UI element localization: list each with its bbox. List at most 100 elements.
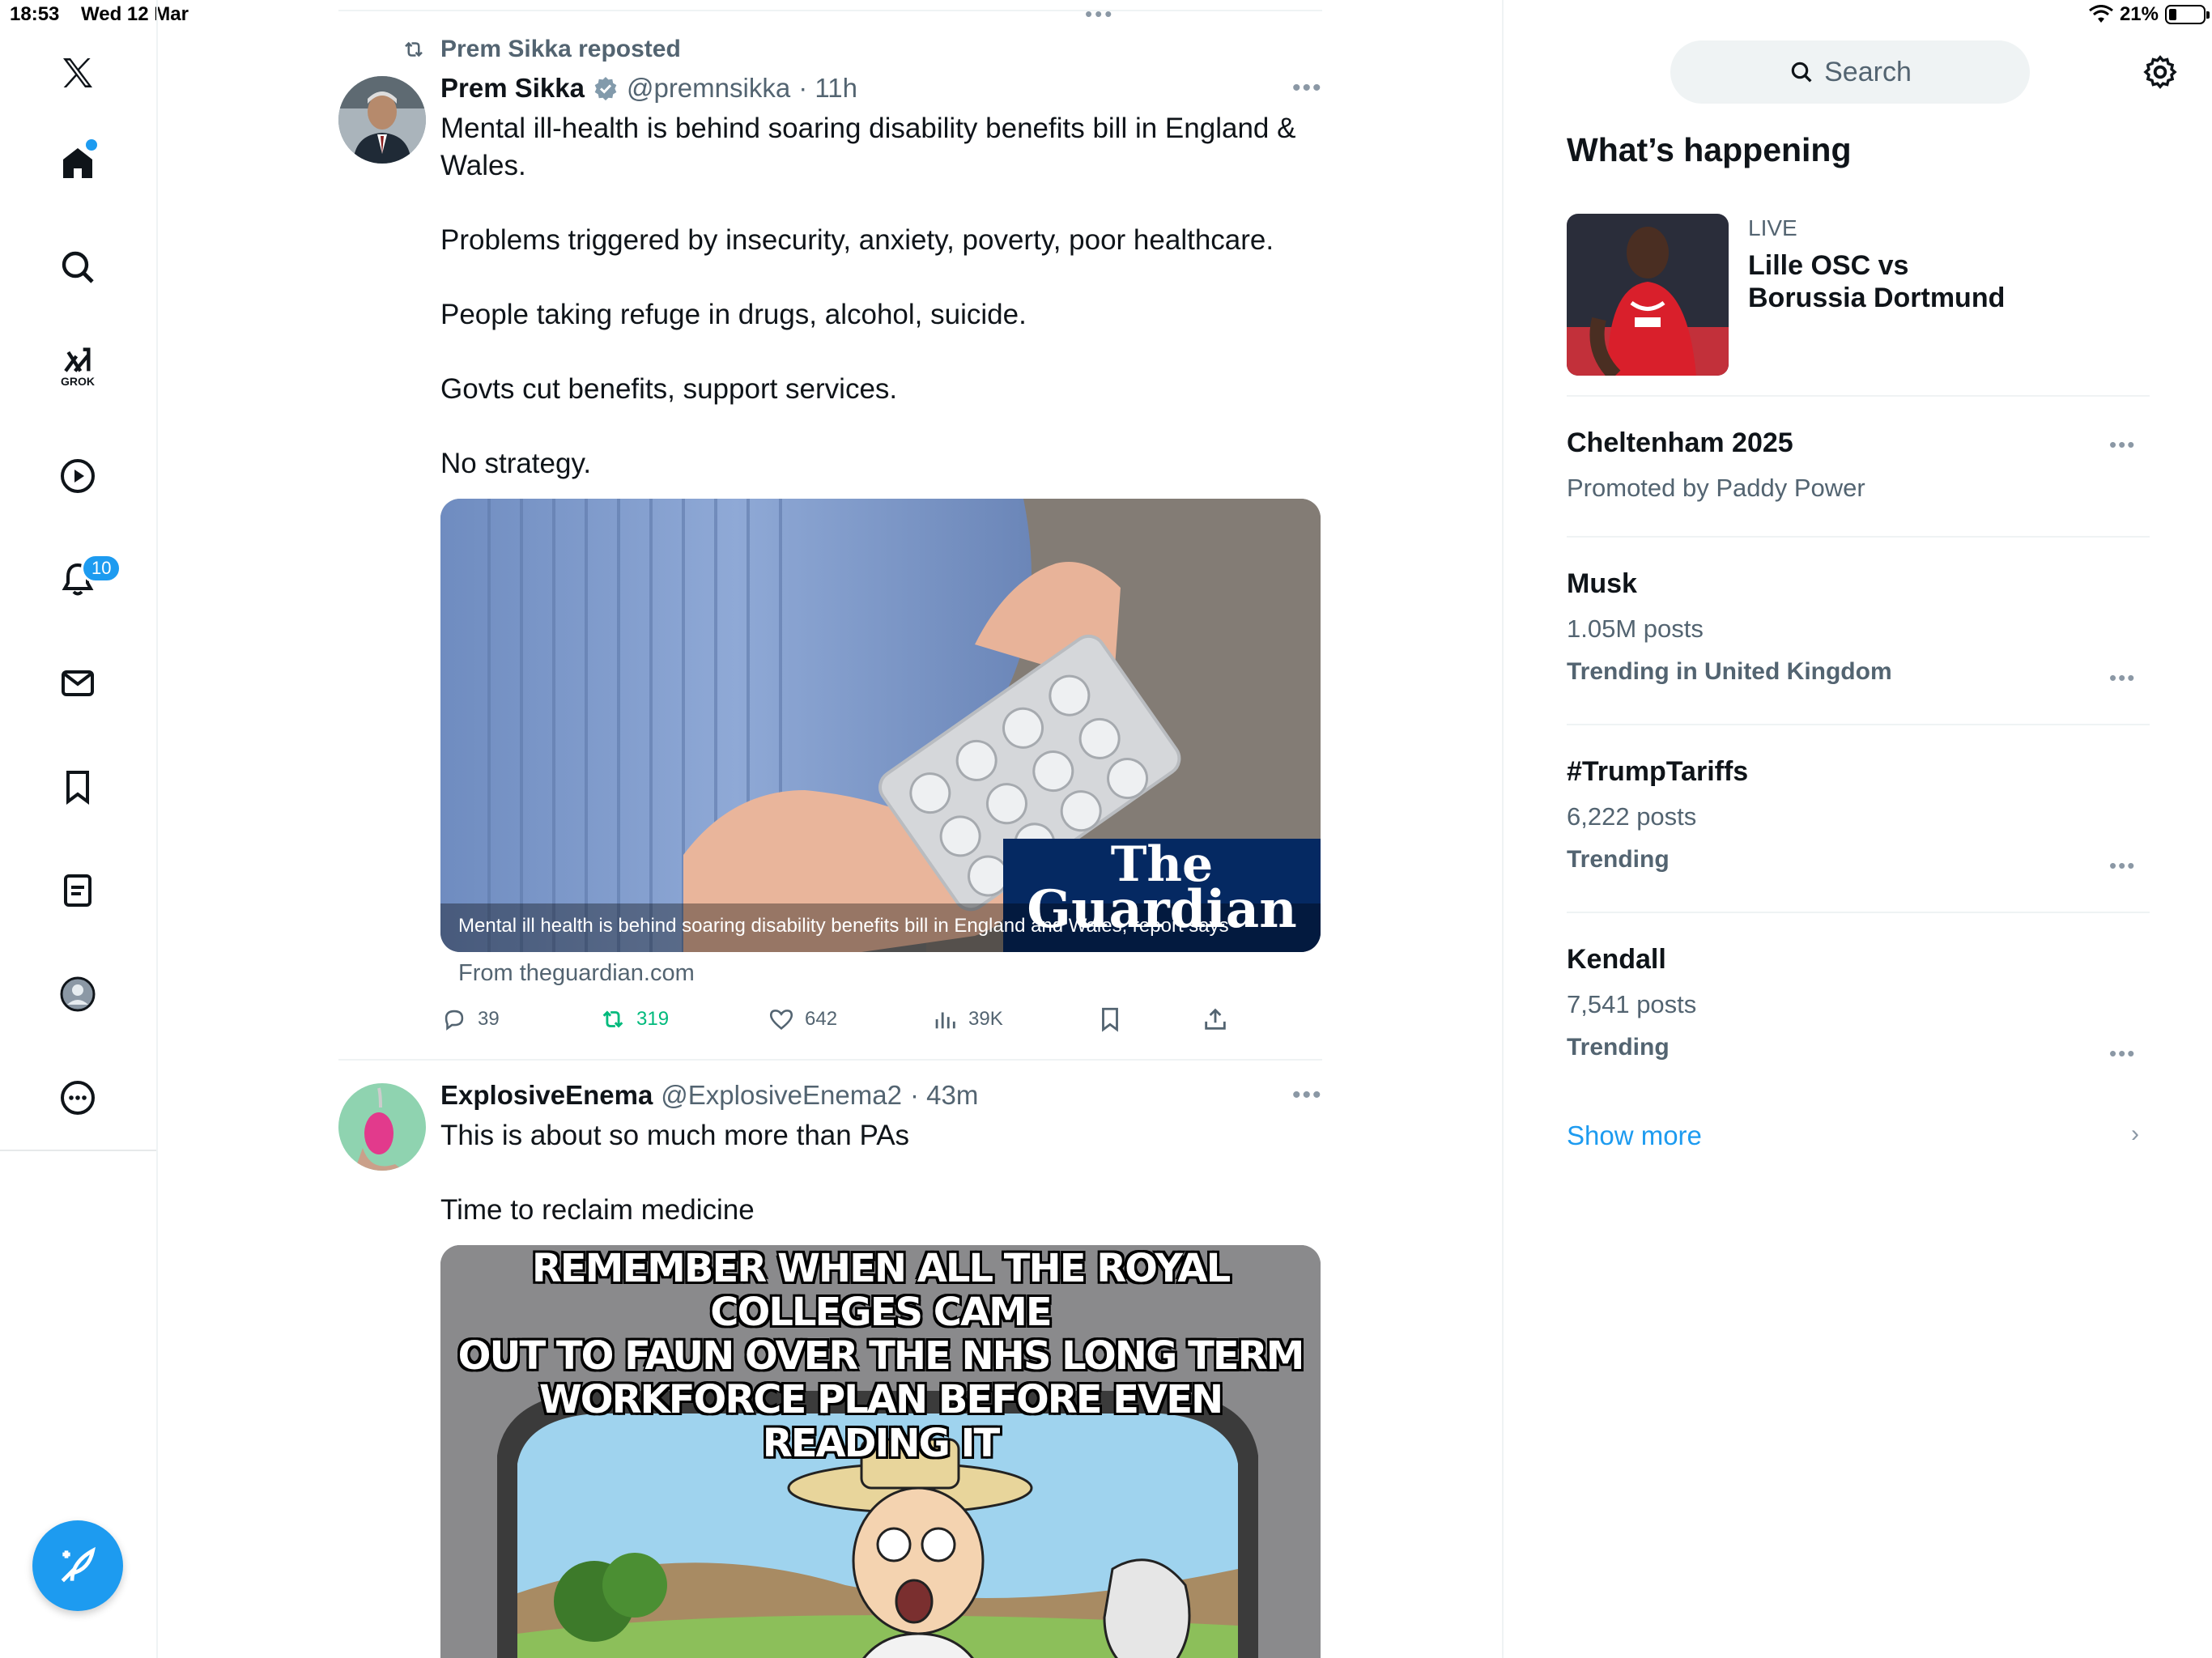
views-button[interactable]: 39K <box>931 1005 1003 1033</box>
nav-divider <box>0 1150 156 1151</box>
tweet-timestamp[interactable]: · 43m <box>910 1080 978 1111</box>
trend-title: #TrumpTariffs <box>1567 756 1749 787</box>
trend-context: Trending <box>1567 1034 1670 1061</box>
search-bar[interactable]: Search <box>1670 40 2030 104</box>
trend-item[interactable]: Cheltenham 2025 Promoted by Paddy Power <box>1567 427 1865 503</box>
trend-post-count: 6,222 posts <box>1567 802 1697 831</box>
trend-divider <box>1567 724 2150 725</box>
notification-count-badge: 10 <box>81 554 122 583</box>
bookmark-button[interactable] <box>1096 1005 1124 1033</box>
trend-item[interactable]: Musk 1.05M posts Trending in United King… <box>1567 568 1892 686</box>
settings-gear-icon[interactable] <box>2142 53 2179 95</box>
share-button[interactable] <box>1202 1005 1229 1033</box>
bookmark-icon <box>1102 1007 1118 1032</box>
compose-post-button[interactable] <box>32 1520 123 1611</box>
analytics-icon <box>935 1012 955 1029</box>
tweet-header: ExplosiveEnema @ExplosiveEnema2 · 43m <box>440 1080 978 1111</box>
card-source[interactable]: From theguardian.com <box>458 960 695 987</box>
link-card[interactable]: The Guardian Mental ill health is behind… <box>440 499 1321 952</box>
meme-caption-line: WORKFORCE PLAN BEFORE EVEN READING IT <box>538 1377 1223 1466</box>
search-icon[interactable] <box>52 241 104 293</box>
trend-more-button[interactable]: ••• <box>2109 1041 2136 1066</box>
tweet-paragraph: This is about so much more than PAs <box>440 1120 910 1151</box>
view-count: 39K <box>968 1008 1003 1030</box>
grok-label: GROK <box>61 375 95 388</box>
tweet[interactable]: ExplosiveEnema @ExplosiveEnema2 · 43m ••… <box>338 1061 1322 1658</box>
tweet-more-button[interactable]: ••• <box>1292 1082 1322 1109</box>
meme-caption: REMEMBER WHEN ALL THE ROYAL COLLEGES CAM… <box>440 1247 1321 1465</box>
lists-icon[interactable] <box>52 865 104 916</box>
reply-button[interactable]: 39 <box>440 1005 500 1033</box>
avatar[interactable] <box>338 1083 426 1171</box>
messages-envelope-icon[interactable] <box>52 657 104 709</box>
live-event-title: Lille OSC vs Borussia Dortmund <box>1748 249 2005 314</box>
trend-context: Trending in United Kingdom <box>1567 658 1892 685</box>
video-icon[interactable] <box>52 450 104 502</box>
trend-divider <box>1567 536 2150 538</box>
trend-context: Trending <box>1567 846 1670 873</box>
tweet-more-button[interactable]: ••• <box>1292 74 1323 102</box>
repost-icon <box>405 41 423 57</box>
x-logo-icon[interactable] <box>52 47 104 99</box>
repost-label: Prem Sikka reposted <box>440 36 681 62</box>
search-placeholder: Search <box>1824 56 1912 87</box>
live-label: LIVE <box>1748 215 1797 240</box>
tweet[interactable]: Prem Sikka reposted Prem Sikka @premnsik… <box>338 24 1322 1077</box>
search-icon <box>1791 62 1812 83</box>
profile-avatar-icon[interactable] <box>52 968 104 1020</box>
author-name[interactable]: ExplosiveEnema <box>440 1080 653 1111</box>
trend-item[interactable]: #TrumpTariffs 6,222 posts Trending <box>1567 756 1748 874</box>
trend-post-count: 7,541 posts <box>1567 990 1697 1018</box>
live-event-item[interactable]: LIVE Lille OSC vs Borussia Dortmund <box>1567 214 2150 384</box>
meme-image[interactable]: REMEMBER WHEN ALL THE ROYAL COLLEGES CAM… <box>440 1245 1321 1658</box>
trend-more-button[interactable]: ••• <box>2109 432 2136 457</box>
verified-badge-icon <box>594 77 617 101</box>
trend-more-button[interactable]: ••• <box>2109 665 2136 691</box>
tweet-paragraph: No strategy. <box>440 448 592 479</box>
live-title-line: Borussia Dortmund <box>1748 283 2006 313</box>
like-button[interactable]: 642 <box>768 1005 837 1033</box>
feed-top-divider <box>338 10 1322 11</box>
tweet-body: This is about so much more than PAs Time… <box>440 1117 1315 1229</box>
feed-grabber-dots: ••• <box>1085 2 1115 26</box>
trend-divider <box>1567 395 2150 397</box>
left-navigation: GROK 10 <box>0 0 158 1658</box>
trend-divider <box>1567 912 2150 913</box>
trend-item[interactable]: Kendall 7,541 posts Trending <box>1567 944 1696 1061</box>
author-name[interactable]: Prem Sikka <box>440 73 585 104</box>
repost-button[interactable]: 319 <box>599 1005 669 1033</box>
tweet-paragraph: Mental ill-health is behind soaring disa… <box>440 113 1296 181</box>
live-title-line: Lille OSC vs <box>1748 250 1909 281</box>
tweet-header: Prem Sikka @premnsikka · 11h <box>440 73 857 104</box>
trend-more-button[interactable]: ••• <box>2109 853 2136 878</box>
reply-count: 39 <box>478 1008 500 1030</box>
whats-happening-heading: What’s happening <box>1567 131 1852 168</box>
more-options-icon[interactable] <box>52 1072 104 1124</box>
bookmarks-icon[interactable] <box>52 761 104 813</box>
like-count: 642 <box>805 1008 838 1030</box>
trend-title: Musk <box>1567 568 1637 599</box>
avatar[interactable] <box>338 76 426 164</box>
show-more-link[interactable]: Show more <box>1567 1120 1702 1151</box>
heart-icon <box>769 1010 793 1030</box>
trend-title: Cheltenham 2025 <box>1567 427 1793 458</box>
grok-icon[interactable]: GROK <box>52 340 104 392</box>
tweet-paragraph: Problems triggered by insecurity, anxiet… <box>440 224 1274 256</box>
meme-caption-line: REMEMBER WHEN ALL THE ROYAL COLLEGES CAM… <box>531 1246 1231 1335</box>
compose-feather-icon <box>61 1546 96 1583</box>
trend-subtitle: Promoted by Paddy Power <box>1567 474 1865 502</box>
meme-caption-line: OUT TO FAUN OVER THE NHS LONG TERM <box>457 1333 1305 1379</box>
repost-count: 319 <box>636 1008 670 1030</box>
repost-icon <box>602 1010 623 1028</box>
reply-icon <box>445 1010 464 1031</box>
repost-indicator: Prem Sikka reposted <box>400 36 681 63</box>
author-handle[interactable]: @premnsikka <box>627 73 790 104</box>
card-caption: Mental ill health is behind soaring disa… <box>458 915 1229 937</box>
chevron-right-icon[interactable]: › <box>2131 1120 2139 1148</box>
live-event-thumbnail <box>1567 214 1729 376</box>
share-icon <box>1205 1008 1226 1030</box>
author-handle[interactable]: @ExplosiveEnema2 <box>661 1080 902 1111</box>
tweet-paragraph: Govts cut benefits, support services. <box>440 373 898 405</box>
tweet-body: Mental ill-health is behind soaring disa… <box>440 110 1315 483</box>
tweet-timestamp[interactable]: · 11h <box>798 73 857 104</box>
